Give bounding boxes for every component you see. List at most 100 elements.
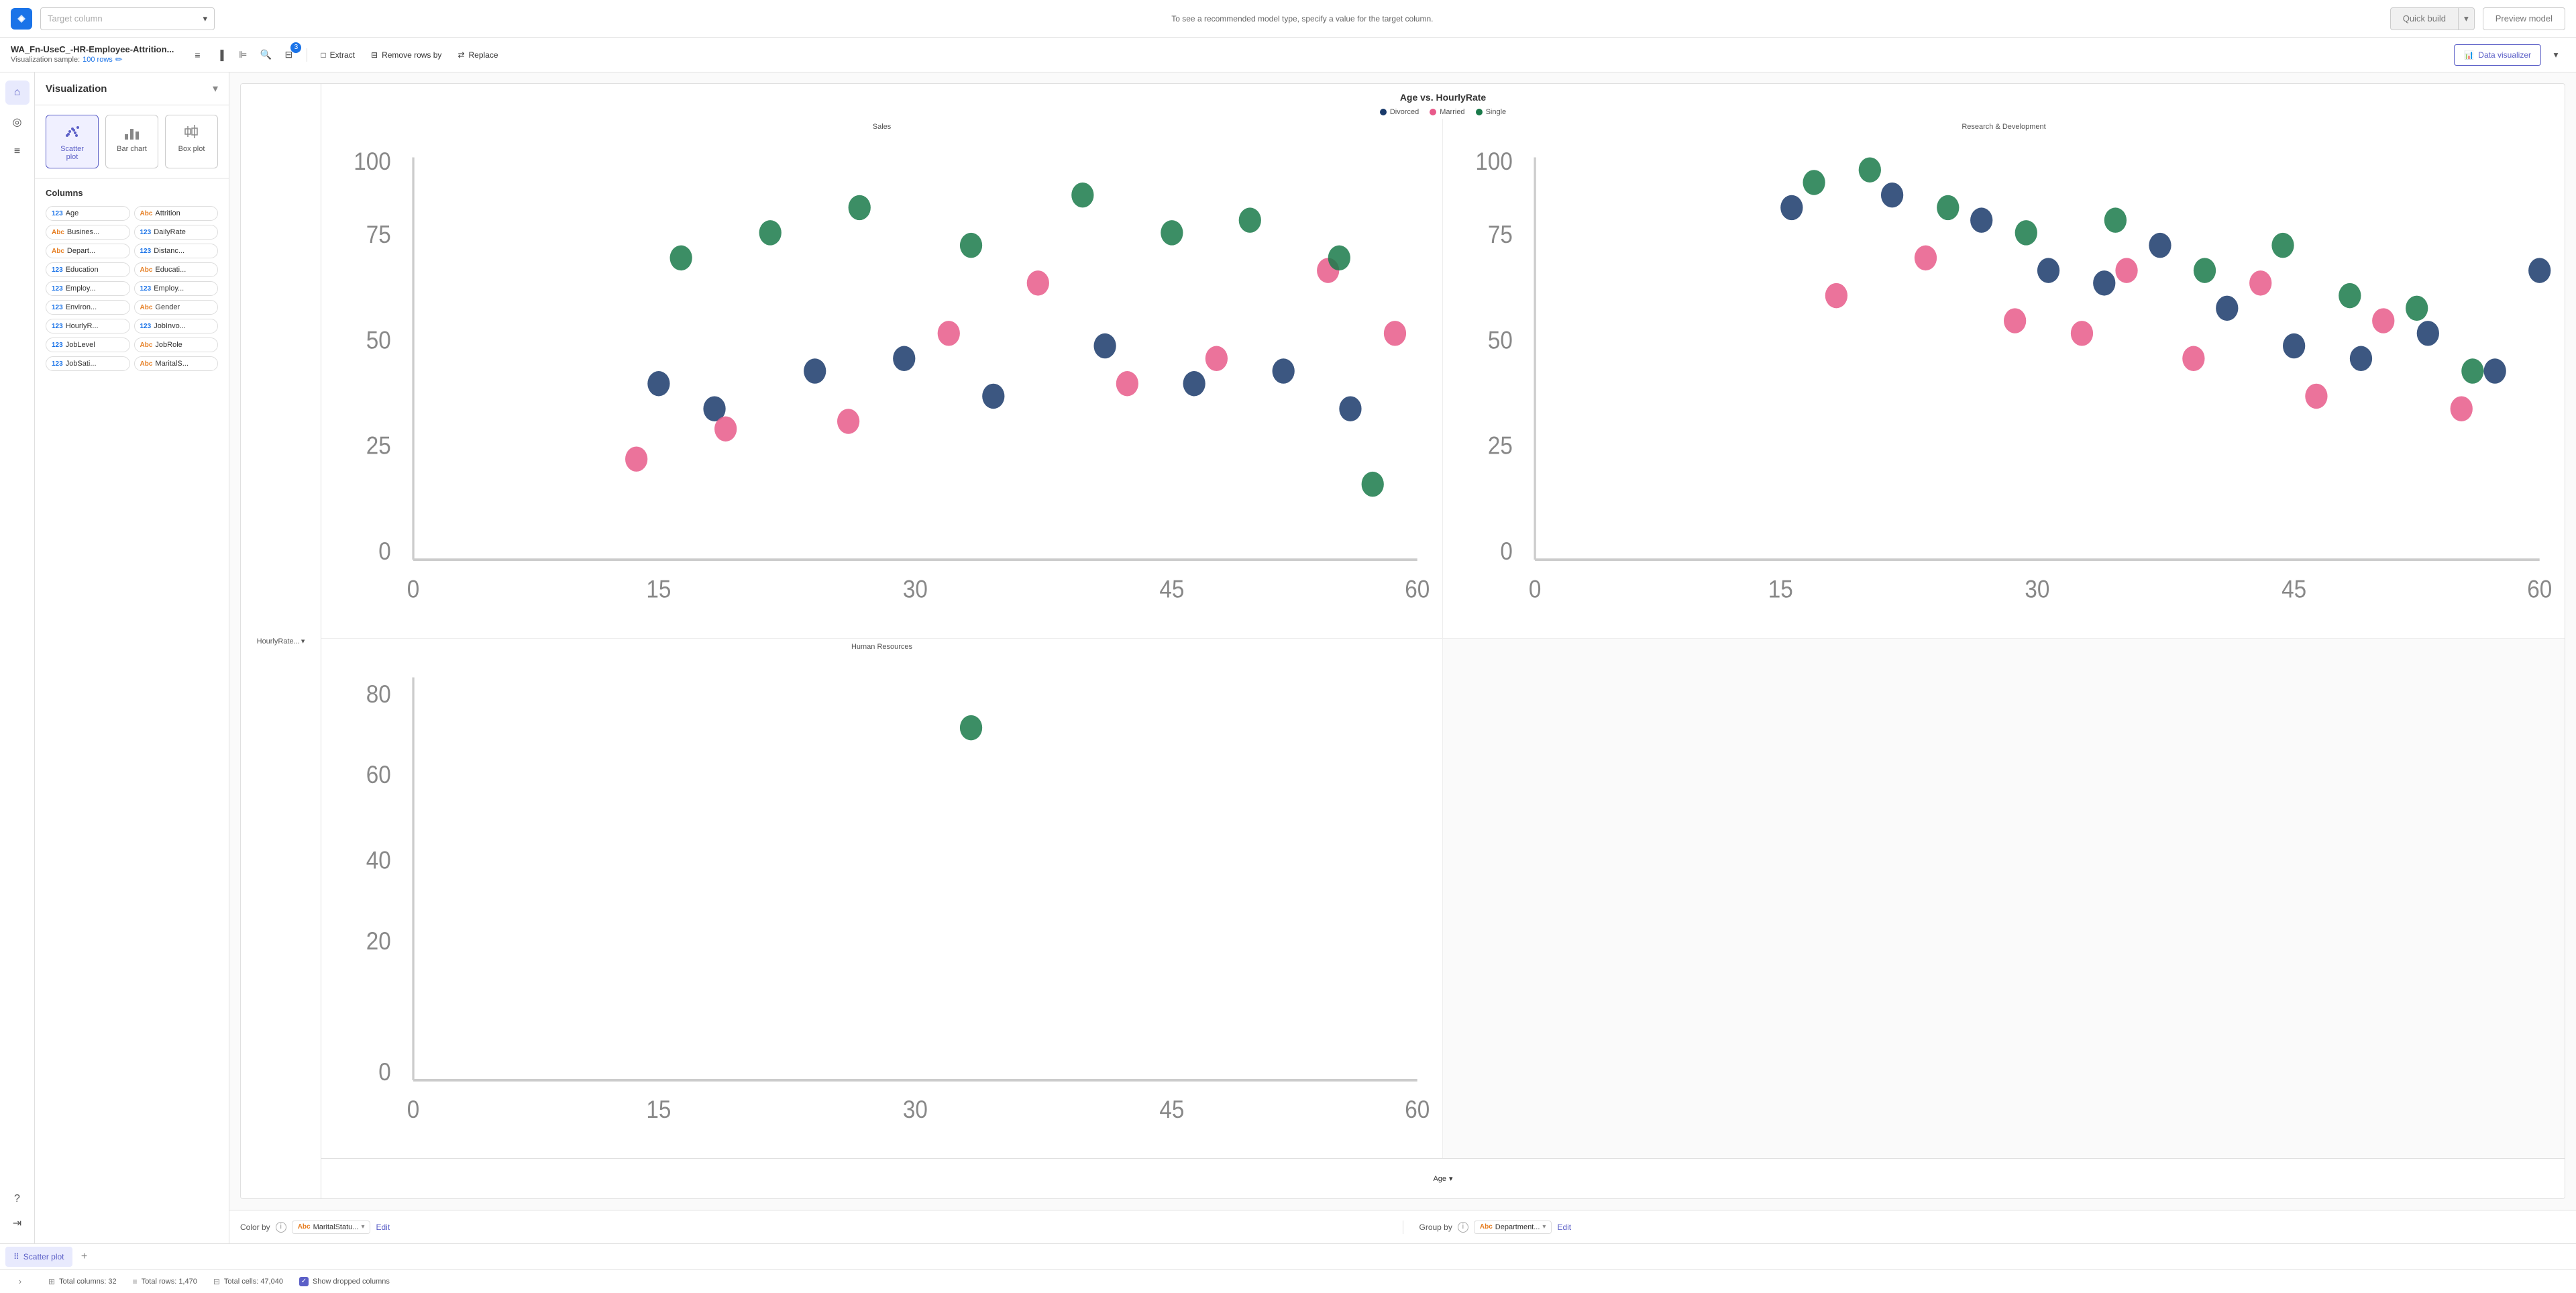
chart-legend: Divorced Married Single (321, 105, 2565, 119)
col-type-badge: 123 (140, 323, 152, 330)
x-axis-dropdown[interactable]: Age ▾ (1433, 1174, 1452, 1183)
nav-model-button[interactable]: ◎ (5, 110, 30, 134)
chevron-down-icon: ▾ (203, 13, 207, 24)
svg-text:25: 25 (366, 431, 391, 460)
nav-export-button[interactable]: ⇥ (5, 1211, 30, 1235)
chart-icon-button[interactable]: ▐ (210, 45, 230, 65)
sidebar-title: Visualization (46, 83, 107, 95)
add-tab-button[interactable]: + (75, 1247, 94, 1266)
data-viz-label: Data visualizer (2478, 50, 2531, 60)
color-by-edit[interactable]: Edit (376, 1223, 390, 1232)
column-chip[interactable]: 123JobLevel (46, 338, 130, 352)
col-name-label: Distanc... (154, 247, 184, 255)
column-chip[interactable]: 123Environ... (46, 300, 130, 315)
quick-build-button[interactable]: Quick build (2390, 7, 2459, 30)
column-chip[interactable]: 123HourlyR... (46, 319, 130, 333)
quick-build-arrow-button[interactable]: ▾ (2459, 7, 2475, 30)
group-by-info-icon[interactable]: i (1458, 1222, 1468, 1233)
color-by-info-icon[interactable]: i (276, 1222, 286, 1233)
help-icon: ? (14, 1193, 20, 1205)
edit-rows-icon[interactable]: ✏ (115, 54, 123, 65)
features-badge: 3 (290, 42, 301, 53)
col-type-badge: 123 (52, 285, 63, 293)
preview-model-button[interactable]: Preview model (2483, 7, 2565, 30)
file-name: WA_Fn-UseC_-HR-Employee-Attrition... (11, 44, 174, 54)
column-chip[interactable]: 123Employ... (46, 281, 130, 296)
nav-home-button[interactable]: ⌂ (5, 81, 30, 105)
quick-build-group: Quick build ▾ (2390, 7, 2475, 30)
search-icon-button[interactable]: 🔍 (256, 45, 276, 65)
column-chip[interactable]: AbcEducati... (134, 262, 219, 277)
replace-button[interactable]: ⇄ Replace (452, 45, 503, 65)
column-chip[interactable]: 123Age (46, 206, 130, 221)
column-chip[interactable]: AbcAttrition (134, 206, 219, 221)
column-chip[interactable]: AbcJobRole (134, 338, 219, 352)
filter-icon-button[interactable]: ⊫ (233, 45, 253, 65)
col-name-label: Educati... (155, 266, 186, 274)
tab-scatter-plot[interactable]: ⠿ Scatter plot (5, 1247, 72, 1267)
nav-help-button[interactable]: ? (5, 1187, 30, 1211)
col-name-label: Age (66, 209, 79, 217)
status-left-arrow-button[interactable]: › (11, 1272, 30, 1291)
column-chip[interactable]: 123Employ... (134, 281, 219, 296)
y-axis-dropdown[interactable]: HourlyRate... ▾ (257, 637, 305, 645)
col-type-badge: Abc (52, 229, 64, 236)
col-type-badge: Abc (52, 248, 64, 255)
target-column-select[interactable]: Target column ▾ (40, 7, 215, 30)
plot-title-research: Research & Development (1446, 121, 2562, 132)
col-type-badge: Abc (140, 342, 153, 349)
home-icon: ⌂ (14, 87, 21, 99)
row-count[interactable]: 100 rows (83, 56, 113, 64)
chevron-down-icon: ▾ (301, 637, 305, 645)
target-column-hint: To see a recommended model type, specify… (223, 14, 2382, 23)
column-chip[interactable]: 123DailyRate (134, 225, 219, 240)
column-chip[interactable]: 123Distanc... (134, 244, 219, 258)
nav-menu-button[interactable]: ≡ (5, 140, 30, 164)
col-name-label: JobLevel (66, 341, 95, 349)
top-bar: Target column ▾ To see a recommended mod… (0, 0, 2576, 38)
plot-title-hr: Human Resources (324, 641, 1440, 652)
svg-text:60: 60 (2527, 574, 2552, 603)
column-chip[interactable]: AbcDepart... (46, 244, 130, 258)
chart-x-axis: Age ▾ (321, 1158, 2565, 1198)
svg-text:0: 0 (378, 537, 390, 565)
color-by-selector[interactable]: Abc MaritalStatu... ▾ (292, 1221, 371, 1234)
col-type-badge: Abc (140, 304, 153, 311)
extract-button[interactable]: □ Extract (315, 45, 360, 65)
scatter-svg-hr: 0 15 30 45 60 0 20 40 60 80 (324, 652, 1440, 1156)
column-chip[interactable]: AbcBusines... (46, 225, 130, 240)
x-axis-label: Age (1433, 1175, 1446, 1183)
col-type-badge: 123 (52, 323, 63, 330)
column-chip[interactable]: AbcMaritalS... (134, 356, 219, 371)
show-dropped-columns[interactable]: ✓ Show dropped columns (299, 1277, 390, 1286)
viz-type-box[interactable]: Box plot (165, 115, 218, 168)
expand-button[interactable]: ▾ (2546, 46, 2565, 64)
plot-hr: Human Resources 0 15 30 45 60 (321, 639, 1443, 1159)
group-by-edit[interactable]: Edit (1557, 1223, 1571, 1232)
remove-rows-button[interactable]: ⊟ Remove rows by (366, 45, 447, 65)
viz-type-scatter[interactable]: Scatter plot (46, 115, 99, 168)
viz-chart-area: HourlyRate... ▾ Age vs. HourlyRate Divor… (229, 72, 2576, 1210)
show-dropped-checkbox[interactable]: ✓ (299, 1277, 309, 1286)
total-rows-value: Total rows: 1,470 (142, 1278, 197, 1286)
remove-icon: ⊟ (371, 50, 378, 60)
col-name-label: HourlyR... (66, 322, 99, 330)
col-name-label: JobSati... (66, 360, 97, 368)
viz-type-bar[interactable]: Bar chart (105, 115, 158, 168)
col-name-label: Busines... (67, 228, 99, 236)
column-chip[interactable]: 123JobInvo... (134, 319, 219, 333)
sidebar-collapse-button[interactable]: ▾ (213, 82, 218, 95)
col-name-label: Employ... (66, 285, 96, 293)
column-chip[interactable]: 123JobSati... (46, 356, 130, 371)
column-chip[interactable]: AbcGender (134, 300, 219, 315)
group-by-selector[interactable]: Abc Department... ▾ (1474, 1221, 1552, 1234)
file-info: WA_Fn-UseC_-HR-Employee-Attrition... Vis… (11, 44, 174, 65)
list-icon-button[interactable]: ≡ (187, 45, 207, 65)
svg-text:45: 45 (2282, 574, 2306, 603)
col-type-badge: Abc (140, 360, 153, 368)
svg-text:100: 100 (354, 147, 390, 175)
viz-types-section: Scatter plot Bar chart Box plot (35, 105, 229, 178)
data-visualizer-button[interactable]: 📊 Data visualizer (2454, 44, 2541, 66)
column-chip[interactable]: 123Education (46, 262, 130, 277)
plot-research-area: 0 15 30 45 60 0 25 50 75 100 (1446, 132, 2562, 635)
